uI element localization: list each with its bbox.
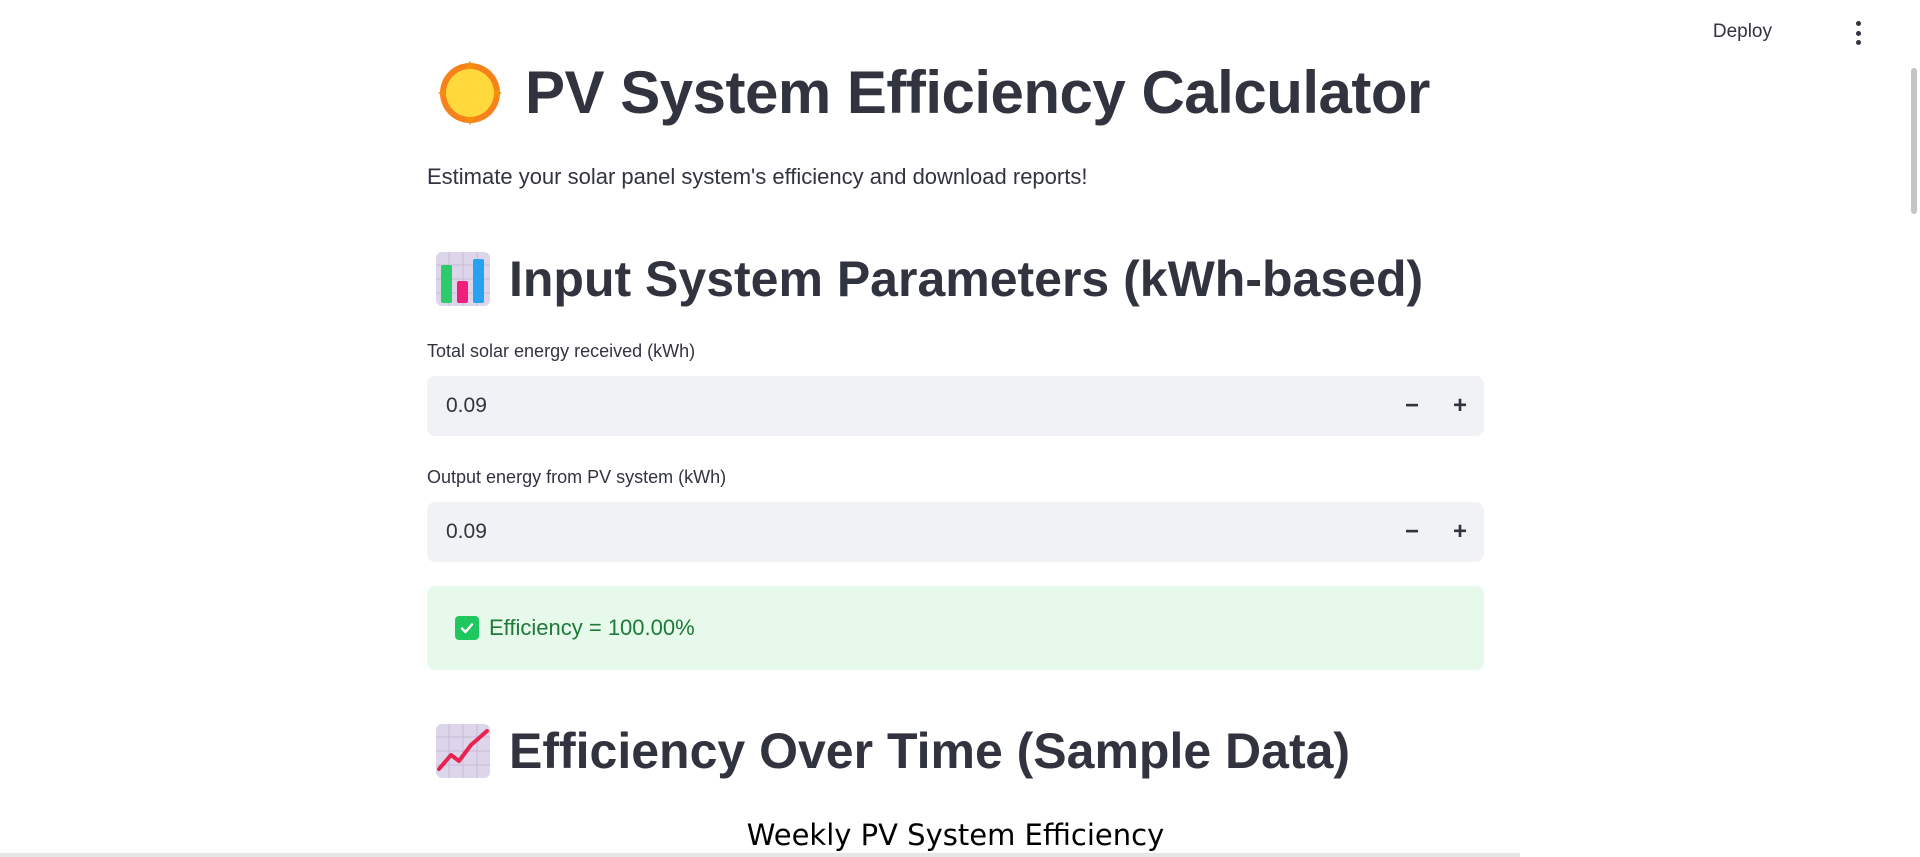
top-toolbar: Deploy [1700, 0, 1920, 64]
efficiency-result-text: Efficiency = 100.00% [489, 615, 695, 640]
chart-section-heading: Efficiency Over Time (Sample Data) [435, 722, 1350, 780]
solar-energy-increment-button[interactable]: + [1436, 376, 1484, 436]
output-energy-stepper: − + [427, 501, 1484, 563]
chart-increasing-emoji-icon [436, 724, 490, 778]
chart-title: Weekly PV System Efficiency [746, 818, 1165, 852]
output-energy-decrement-button[interactable]: − [1388, 502, 1436, 562]
output-energy-label: Output energy from PV system (kWh) [427, 467, 727, 487]
page-subtitle: Estimate your solar panel system's effic… [427, 164, 1088, 189]
page-title: PV System Efficiency Calculator [525, 59, 1430, 126]
scrollbar-thumb[interactable] [1911, 68, 1917, 214]
page-header: PV System Efficiency Calculator [437, 58, 1430, 127]
solar-energy-stepper: − + [427, 375, 1484, 437]
solar-energy-decrement-button[interactable]: − [1388, 376, 1436, 436]
bar-chart-emoji-icon [436, 252, 490, 306]
output-energy-input[interactable] [427, 501, 1388, 563]
deploy-button[interactable]: Deploy [1705, 17, 1780, 47]
solar-energy-label: Total solar energy received (kWh) [427, 341, 696, 361]
solar-energy-input[interactable] [427, 375, 1388, 437]
efficiency-success-alert: Efficiency = 100.00% [427, 586, 1484, 670]
sun-emoji-icon [438, 60, 502, 125]
output-energy-increment-button[interactable]: + [1436, 502, 1484, 562]
input-section-heading: Input System Parameters (kWh-based) [435, 250, 1423, 308]
more-vertical-icon[interactable] [1846, 21, 1870, 45]
input-section-title: Input System Parameters (kWh-based) [509, 251, 1424, 307]
chart-section-title: Efficiency Over Time (Sample Data) [509, 723, 1351, 779]
divider [0, 853, 1520, 857]
check-box-icon [455, 616, 479, 640]
